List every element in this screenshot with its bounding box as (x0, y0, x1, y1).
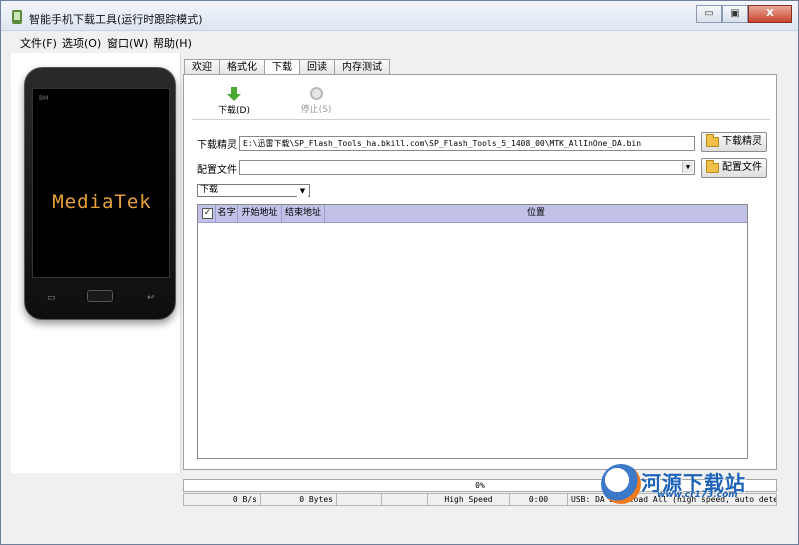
tab-readback[interactable]: 回读 (299, 59, 335, 75)
select-all-checkbox[interactable]: ✓ (202, 208, 213, 219)
chevron-down-icon[interactable]: ▼ (682, 162, 693, 173)
stop-icon (309, 87, 323, 100)
menu-help[interactable]: 帮助(H) (153, 35, 192, 51)
download-button-label: 下载(D) (218, 106, 250, 116)
status-time: 0:00 (510, 493, 568, 506)
da-path-field[interactable]: E:\迅雷下载\SP_Flash_Tools_ha.bkill.com\SP_F… (239, 136, 695, 151)
menu-file[interactable]: 文件(F) (20, 35, 57, 51)
status-speed: 0 B/s (183, 493, 261, 506)
window-controls: ▭ ▣ X (696, 5, 792, 23)
mediatek-logo: MediaTek (52, 191, 152, 213)
phone-image: BM MediaTek ▭ ↩ (24, 67, 176, 320)
stop-button[interactable]: 停止(S) (298, 87, 334, 115)
tab-welcome[interactable]: 欢迎 (184, 59, 220, 75)
scatter-label: 配置文件 (197, 165, 237, 176)
menu-window[interactable]: 窗口(W) (107, 35, 148, 51)
column-end-address[interactable]: 结束地址 (282, 205, 325, 223)
table-header: ✓ 名字 开始地址 结束地址 位置 (198, 205, 747, 223)
column-begin-address[interactable]: 开始地址 (238, 205, 282, 223)
main-window: 智能手机下载工具(运行时跟踪模式) ▭ ▣ X 文件(F) 选项(O) 窗口(W… (0, 0, 799, 545)
header-checkbox-cell: ✓ (198, 205, 216, 223)
tab-memory-test[interactable]: 内存测试 (334, 59, 390, 75)
watermark-url: www.cr173.com (657, 490, 738, 500)
menu-key-icon: ▭ (47, 293, 56, 303)
menu-bar: 文件(F) 选项(O) 窗口(W) 帮助(H) (1, 32, 798, 50)
window-title: 智能手机下载工具(运行时跟踪模式) (29, 13, 203, 26)
column-location[interactable]: 位置 (325, 205, 747, 223)
download-mode-select[interactable]: 下载 ▼ (197, 184, 310, 197)
phone-brand: BM (39, 95, 49, 102)
download-button[interactable]: 下载(D) (216, 87, 252, 116)
da-label: 下载精灵 (197, 140, 237, 151)
home-key-icon (87, 290, 113, 302)
minimize-button[interactable]: ▭ (696, 5, 722, 23)
watermark-logo: 河源下载站 www.cr173.com (601, 464, 781, 510)
chevron-down-icon[interactable]: ▼ (297, 186, 308, 197)
tab-strip: 欢迎 格式化 下载 回读 内存测试 (184, 59, 390, 76)
folder-icon (706, 160, 719, 173)
download-panel: 下载(D) 停止(S) 下载精灵 E:\迅雷下载\SP_Flash_Tools_… (183, 74, 777, 470)
restore-button[interactable]: ▣ (722, 5, 748, 23)
partition-table: ✓ 名字 开始地址 结束地址 位置 (197, 204, 748, 459)
close-button[interactable]: X (748, 5, 792, 23)
app-icon (12, 10, 22, 24)
scatter-file-combo[interactable]: ▼ (239, 160, 695, 175)
scatter-browse-button[interactable]: 配置文件 (701, 158, 767, 178)
back-key-icon: ↩ (147, 293, 155, 303)
status-blank-1 (337, 493, 382, 506)
status-mode: High Speed (428, 493, 510, 506)
tab-format[interactable]: 格式化 (219, 59, 265, 75)
folder-icon (706, 134, 719, 147)
download-arrow-icon (227, 87, 241, 101)
download-mode-value: 下载 (200, 185, 219, 195)
status-bytes: 0 Bytes (261, 493, 337, 506)
column-name[interactable]: 名字 (216, 205, 238, 223)
toolbar-separator (192, 119, 770, 120)
da-browse-label: 下载精灵 (722, 136, 762, 147)
progress-text: 0% (475, 481, 485, 490)
title-bar: 智能手机下载工具(运行时跟踪模式) ▭ ▣ X (1, 1, 798, 31)
scatter-browse-label: 配置文件 (722, 162, 762, 173)
stop-button-label: 停止(S) (300, 105, 332, 115)
status-blank-2 (382, 493, 428, 506)
phone-preview-area: BM MediaTek ▭ ↩ (11, 53, 181, 473)
phone-screen: BM MediaTek (32, 88, 170, 278)
da-browse-button[interactable]: 下载精灵 (701, 132, 767, 152)
menu-options[interactable]: 选项(O) (62, 35, 101, 51)
watermark-emblem-icon (601, 464, 641, 504)
